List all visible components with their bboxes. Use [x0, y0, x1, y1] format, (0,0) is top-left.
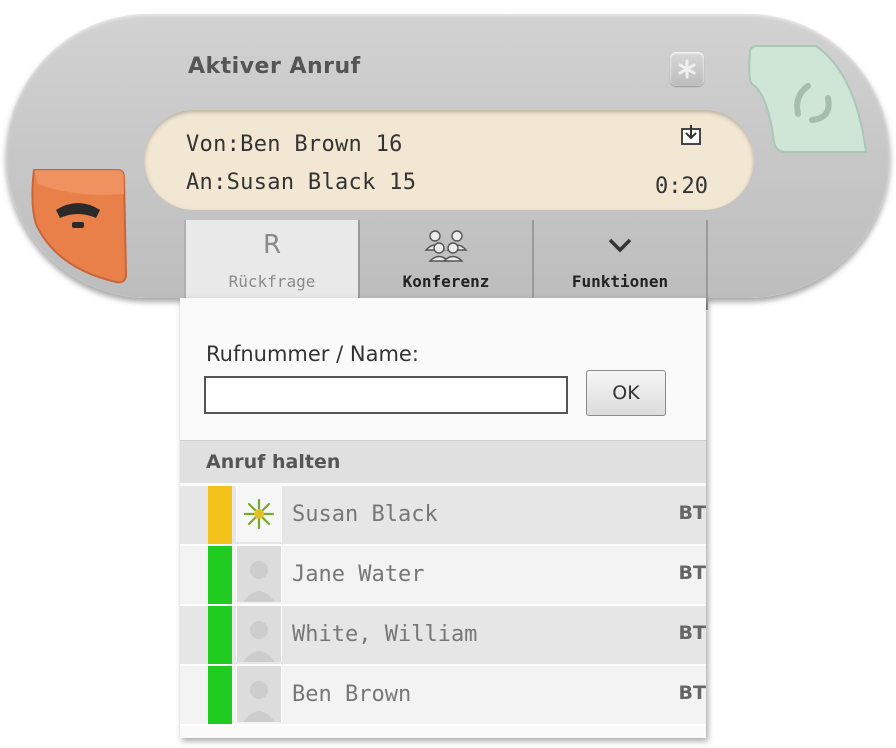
list-item[interactable]: Ben Brown BT — [180, 666, 706, 726]
status-indicator — [208, 606, 232, 664]
chevron-down-icon — [608, 238, 632, 253]
call-duration: 0:20 — [655, 174, 708, 199]
hold-list: Susan Black BT Jane Water BT White, Will… — [180, 486, 706, 726]
download-icon[interactable] — [680, 124, 702, 146]
answer-button[interactable] — [746, 44, 870, 160]
consult-button[interactable]: R Rückfrage — [184, 220, 360, 310]
consult-label: Rückfrage — [228, 272, 316, 291]
status-indicator — [208, 546, 232, 604]
caller-from: Von:Ben Brown 16 — [186, 132, 403, 157]
consult-dropdown-panel: Rufnummer / Name: OK Anruf halten Susan … — [180, 298, 706, 738]
avatar-icon — [236, 546, 282, 602]
contact-name: White, William — [292, 622, 478, 647]
list-item[interactable]: White, William BT — [180, 606, 706, 666]
window-title: Aktiver Anruf — [188, 54, 361, 79]
busy-icon — [236, 486, 282, 542]
avatar-icon — [236, 666, 282, 722]
functions-button[interactable]: Funktionen — [534, 220, 708, 310]
ok-button[interactable]: OK — [586, 370, 666, 416]
status-indicator — [208, 486, 232, 544]
hangup-button[interactable] — [26, 164, 146, 288]
consult-r-icon: R — [262, 230, 282, 260]
contact-name: Ben Brown — [292, 682, 412, 707]
conference-button[interactable]: Konferenz — [360, 220, 534, 310]
settings-button[interactable] — [670, 52, 704, 86]
list-item[interactable]: Jane Water BT — [180, 546, 706, 606]
number-name-label: Rufnummer / Name: — [206, 342, 419, 366]
number-name-input[interactable] — [204, 376, 568, 414]
list-item[interactable]: Susan Black BT — [180, 486, 706, 546]
hold-header-label: Anruf halten — [206, 451, 341, 473]
call-toolbar: R Rückfrage Konferenz Funktionen — [184, 220, 708, 310]
asterisk-icon — [678, 59, 696, 79]
functions-label: Funktionen — [571, 272, 669, 291]
contact-tag: BT — [678, 562, 706, 584]
contact-tag: BT — [678, 502, 706, 524]
contact-tag: BT — [678, 622, 706, 644]
caller-to: An:Susan Black 15 — [186, 170, 417, 195]
hold-section-header: Anruf halten — [180, 440, 706, 483]
status-indicator — [208, 666, 232, 724]
call-widget: Aktiver Anruf Von:Ben Brown 16 An:Susan … — [6, 14, 890, 310]
call-info-panel: Von:Ben Brown 16 An:Susan Black 15 0:20 — [144, 110, 754, 210]
conference-label: Konferenz — [402, 272, 490, 291]
conference-icon — [424, 230, 468, 262]
contact-name: Susan Black — [292, 502, 438, 527]
contact-tag: BT — [678, 682, 706, 704]
avatar-icon — [236, 606, 282, 662]
contact-name: Jane Water — [292, 562, 425, 587]
